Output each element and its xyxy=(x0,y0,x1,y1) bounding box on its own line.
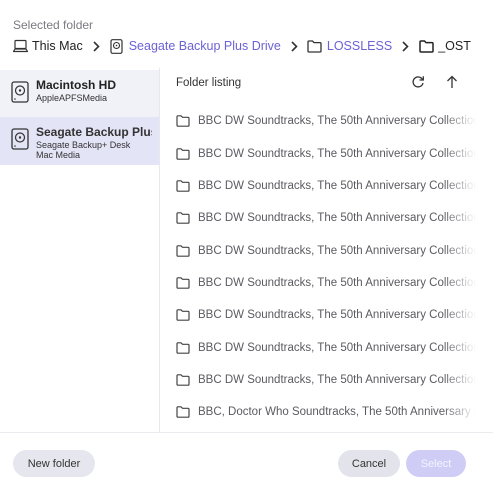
folder-icon xyxy=(418,38,434,54)
sidebar-item-macintosh-hd[interactable]: Macintosh HD AppleAPFSMedia xyxy=(0,70,159,117)
folder-icon xyxy=(307,38,323,54)
arrow-up-icon[interactable] xyxy=(444,74,460,90)
list-item[interactable]: BBC DW Soundtracks, The 50th Anniversary… xyxy=(160,267,493,299)
sidebar-item-seagate-drive[interactable]: Seagate Backup Plus Drive Seagate Backup… xyxy=(0,117,159,165)
folder-list[interactable]: BBC DW Soundtracks, The 50th Anniversary… xyxy=(160,96,493,432)
list-item[interactable]: BBC DW Soundtracks, The 50th Anniversary… xyxy=(160,331,493,363)
folder-list-inner: BBC DW Soundtracks, The 50th Anniversary… xyxy=(160,96,493,432)
drive-icon xyxy=(109,38,125,54)
folder-icon xyxy=(176,180,190,192)
breadcrumb-seagate-drive[interactable]: Seagate Backup Plus Drive xyxy=(109,38,281,54)
breadcrumb-lossless[interactable]: LOSSLESS xyxy=(307,38,392,54)
folder-icon xyxy=(176,244,190,257)
list-item[interactable]: BBC DW Soundtracks, The 50th Anniversary… xyxy=(160,96,493,105)
folder-name: BBC DW Soundtracks, The 50th Anniversary… xyxy=(198,180,476,193)
folder-icon xyxy=(176,309,190,322)
folder-name: BBC DW Soundtracks, The 50th Anniversary… xyxy=(198,212,476,225)
hard-drive-icon xyxy=(11,128,29,150)
breadcrumb-ost[interactable]: _OST xyxy=(418,38,471,54)
list-item[interactable]: BBC DW Soundtracks, The 50th Anniversary… xyxy=(160,299,493,331)
list-item[interactable]: BBC, Doctor Who Soundtracks, The 50th An… xyxy=(160,396,493,428)
hard-drive-icon xyxy=(11,81,29,103)
folder-icon xyxy=(176,277,190,289)
chevron-right-icon xyxy=(401,40,411,52)
list-item[interactable]: BBC DW Soundtracks, The 50th Anniversary… xyxy=(160,364,493,396)
folder-icon xyxy=(176,115,190,128)
list-item[interactable]: BBC DW Soundtracks, The 50th Anniversary… xyxy=(160,234,493,266)
drive-subtitle: Seagate Backup+ Desk Mac Media xyxy=(36,140,131,160)
list-item[interactable]: BBC DW Soundtracks, The 50th Anniversary… xyxy=(160,170,493,202)
folder-name: BBC DW Soundtracks, The 50th Anniversary… xyxy=(198,147,476,160)
folder-name: BBC DW Soundtracks, The 50th Anniversary… xyxy=(198,115,476,128)
selected-folder-label: Selected folder xyxy=(13,18,94,32)
new-folder-button[interactable]: New folder xyxy=(13,450,95,477)
folder-name: BBC, Doctor Who Soundtracks, The 50th An… xyxy=(198,406,476,419)
folder-name: BBC DW Soundtracks, The 50th Anniversary… xyxy=(198,341,476,354)
folder-name: BBC DW Soundtracks, The 50th Anniversary… xyxy=(198,276,476,289)
list-item[interactable]: BBC DW Soundtracks, The 50th Anniversary… xyxy=(160,105,493,137)
folder-icon xyxy=(176,406,190,418)
folder-name: BBC DW Soundtracks, The 50th Anniversary… xyxy=(198,244,476,257)
folder-icon xyxy=(176,374,190,386)
folder-icon xyxy=(176,147,190,160)
folder-icon xyxy=(176,212,190,225)
chevron-right-icon xyxy=(290,40,300,52)
drive-subtitle: AppleAPFSMedia xyxy=(36,93,108,103)
folder-name: BBC DW Soundtracks, The 50th Anniversary… xyxy=(198,309,476,322)
list-item[interactable]: BBC DW Soundtracks, The 50th Anniversary… xyxy=(160,202,493,234)
dialog-footer: New folder Cancel Select xyxy=(0,432,493,500)
chevron-right-icon xyxy=(92,40,102,52)
drive-name: Macintosh HD xyxy=(36,78,117,92)
list-item[interactable]: BBC DW Soundtracks, The 50th Anniversary… xyxy=(160,138,493,170)
folder-listing-panel: Folder listing BBC DW Soundtracks, The 5… xyxy=(160,68,493,432)
folder-icon xyxy=(176,341,190,354)
folder-listing-title: Folder listing xyxy=(176,77,242,89)
folder-listing-header: Folder listing xyxy=(160,68,493,96)
refresh-icon[interactable] xyxy=(410,74,426,90)
drives-sidebar: Macintosh HD AppleAPFSMedia Seagate Back… xyxy=(0,68,160,432)
laptop-icon xyxy=(12,38,28,54)
cancel-button[interactable]: Cancel xyxy=(338,450,400,477)
drive-name: Seagate Backup Plus Drive xyxy=(36,125,152,139)
folder-name: BBC DW Soundtracks, The 50th Anniversary… xyxy=(198,373,476,386)
dialog-header: Selected folder This Mac Seagate Backup … xyxy=(0,0,493,68)
breadcrumb-this-mac[interactable]: This Mac xyxy=(12,38,83,54)
select-button[interactable]: Select xyxy=(406,450,466,477)
breadcrumb: This Mac Seagate Backup Plus Drive LOSSL… xyxy=(12,37,471,55)
